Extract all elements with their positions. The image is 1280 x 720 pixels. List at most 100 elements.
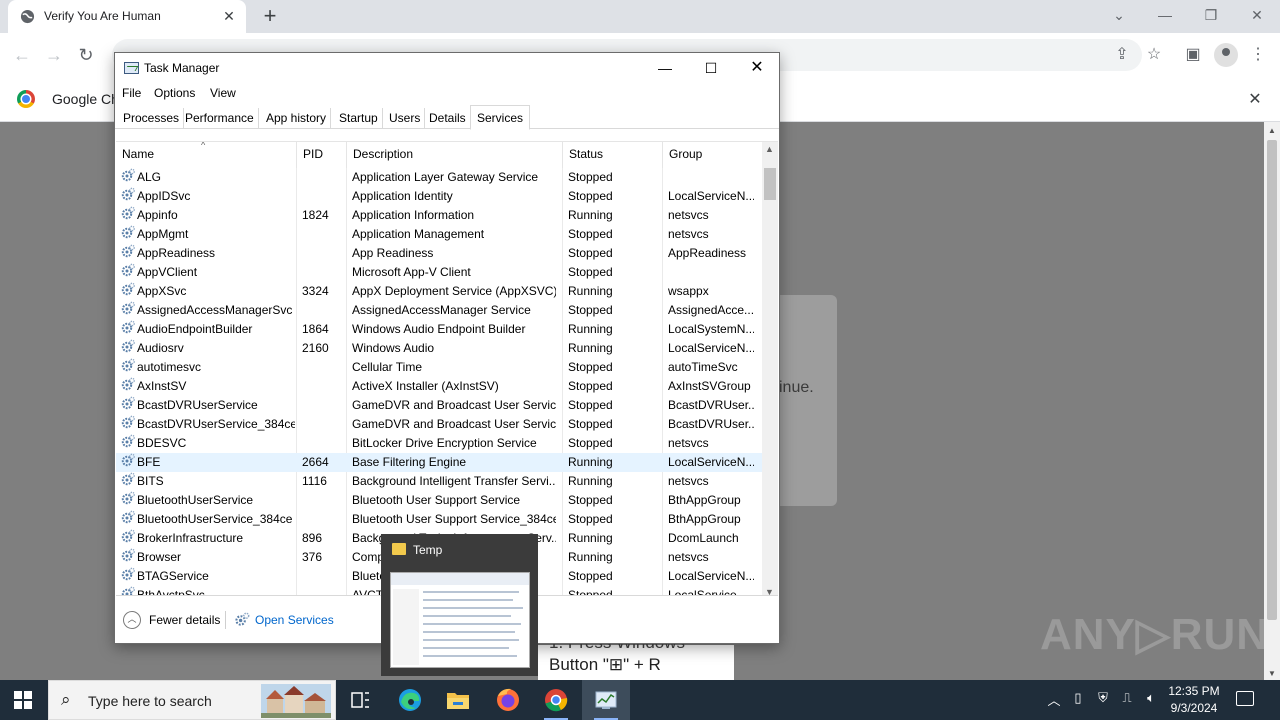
table-row[interactable]: BDESVC BitLocker Drive Encryption Service… [116,434,762,453]
notification-icon[interactable] [1236,691,1254,706]
table-scrollbar-thumb[interactable] [764,168,776,200]
tab-app-history[interactable]: App history [262,108,332,129]
table-row[interactable]: Audiosrv 2160 Windows Audio Running LocalSer… [116,339,762,358]
maximize-button[interactable]: ☐ [689,55,733,81]
menu-view[interactable]: View [210,86,236,100]
table-row[interactable]: AudioEndpointBuilder 1864 Windows Audio En… [116,320,762,339]
infobar-close-icon[interactable]: ✕ [1244,89,1266,109]
table-scroll-down-icon[interactable]: ▼ [765,587,774,595]
scrollbar-thumb[interactable] [1267,140,1277,620]
task-manager-titlebar[interactable]: Task Manager — ☐ ✕ [115,53,779,83]
task-view-icon[interactable] [336,680,384,720]
share-icon[interactable]: ⇪ [1110,43,1134,67]
cell-name: AppVClient [137,265,198,279]
cell-group: AxInstSVGroup [668,379,751,393]
tab-users[interactable]: Users [385,108,426,129]
table-row[interactable]: AssignedAccessManagerSvc AssignedAccessMa… [116,301,762,320]
service-gear-icon [121,567,135,581]
tab-details[interactable]: Details [425,108,471,129]
table-row[interactable]: AxInstSV ActiveX Installer (AxInstSV) Stop… [116,377,762,396]
forward-button[interactable]: → [42,43,66,67]
cell-group: LocalServiceN... [668,455,754,469]
table-row[interactable]: BcastDVRUserService_384ce GameDVR and Bro… [116,415,762,434]
table-row[interactable]: Appinfo 1824 Application Information Runnin… [116,206,762,225]
cell-name: Browser [137,550,182,564]
table-row[interactable]: ALG Application Layer Gateway Service Stop… [116,168,762,187]
preview-line [423,655,517,657]
taskbar-search-box[interactable]: ⌕ Type here to search [48,680,336,720]
cell-group: AppReadiness [668,246,747,260]
table-row[interactable]: AppMgmt Application Management Stopped nets… [116,225,762,244]
table-row[interactable]: BFE 2664 Base Filtering Engine Running Local… [116,453,762,472]
close-button[interactable]: ✕ [735,55,779,81]
task-manager-taskbar-button[interactable] [582,680,630,720]
tab-startup[interactable]: Startup [335,108,383,129]
firefox-icon[interactable] [484,680,532,720]
chevron-up-icon[interactable]: ︿ [123,611,141,629]
more-menu-icon[interactable]: ⋮ [1246,43,1270,67]
table-row[interactable]: AppXSvc 3324 AppX Deployment Service (AppX… [116,282,762,301]
page-scrollbar[interactable]: ▲ ▼ [1264,122,1280,680]
fewer-details-link[interactable]: Fewer details [149,613,220,627]
side-panel-icon[interactable]: ▣ [1181,43,1205,67]
scroll-up-icon[interactable]: ▲ [1268,126,1276,135]
bookmark-star-icon[interactable]: ☆ [1142,43,1166,67]
profile-avatar[interactable] [1214,43,1238,67]
windows-taskbar: ⌕ Type here to search ︿ ▯ ⛨ ⎍ 🔈︎ 12:35 P… [0,680,1280,720]
reload-button[interactable]: ↻ [74,43,98,67]
tray-overflow-chevron-icon[interactable]: ︿ [1044,690,1064,709]
file-explorer-icon[interactable] [434,680,482,720]
windows-logo-pane [24,691,32,699]
cell-pid: 1864 [302,322,329,336]
tablet-icon[interactable]: ▯ [1068,690,1088,706]
cell-pid: 1116 [302,474,327,488]
browser-close-button[interactable]: ✕ [1245,4,1269,26]
cell-description: GameDVR and Broadcast User Servic... [352,417,556,431]
table-row[interactable]: BluetoothUserService Bluetooth User Suppo… [116,491,762,510]
browser-tab[interactable]: Verify You Are Human ✕ [8,0,246,33]
folder-icon [392,543,406,555]
browser-restore-button[interactable]: ❐ [1199,4,1223,26]
cell-pid: 376 [302,550,323,564]
table-row[interactable]: AppReadiness App Readiness Stopped AppReadi… [116,244,762,263]
column-header-description[interactable]: Description [347,142,563,168]
column-header-pid[interactable]: PID [297,142,347,168]
back-button[interactable]: ← [10,43,34,67]
chrome-taskbar-button[interactable] [532,680,580,720]
volume-icon[interactable]: 🔈︎ [1141,690,1161,706]
tab-services[interactable]: Services [470,105,531,130]
search-icon: ⌕ [61,690,71,709]
browser-minimize-button[interactable]: — [1153,4,1177,26]
security-icon[interactable]: ⛨ [1093,690,1113,706]
services-rows: ALG Application Layer Gateway Service Stop… [116,168,762,595]
tab-search-chevron-icon[interactable]: ⌄ [1107,4,1131,26]
network-icon[interactable]: ⎍ [1117,690,1137,706]
tab-processes[interactable]: Processes [119,108,185,129]
table-row[interactable]: autotimesvc Cellular Time Stopped autoTimeS… [116,358,762,377]
table-row[interactable]: AppVClient Microsoft App-V Client Stopped [116,263,762,282]
open-services-link[interactable]: Open Services [255,613,334,627]
system-clock[interactable]: 12:35 PM 9/3/2024 [1164,683,1224,717]
cell-description: Background Intelligent Transfer Servi... [352,474,556,488]
table-scrollbar[interactable]: ▲ ▼ [762,142,778,595]
column-header-group[interactable]: Group [663,142,762,168]
preview-line [423,615,511,617]
table-scroll-up-icon[interactable]: ▲ [765,144,774,154]
cell-status: Stopped [568,436,613,450]
new-tab-button[interactable]: + [258,4,282,28]
table-row[interactable]: AppIDSvc Application Identity Stopped Local… [116,187,762,206]
table-row[interactable]: BluetoothUserService_384ce Bluetooth User… [116,510,762,529]
menu-file[interactable]: File [122,86,141,100]
column-header-name[interactable]: Name [116,142,297,168]
edge-icon[interactable] [386,680,434,720]
column-header-status[interactable]: Status [563,142,663,168]
minimize-button[interactable]: — [643,55,687,81]
scroll-down-icon[interactable]: ▼ [1268,669,1276,678]
table-row[interactable]: BITS 1116 Background Intelligent Transfer … [116,472,762,491]
tab-close-icon[interactable]: ✕ [220,7,238,25]
taskbar-thumbnail-preview[interactable]: Temp [381,534,538,676]
start-button[interactable] [14,691,32,709]
tab-performance[interactable]: Performance [181,108,259,129]
menu-options[interactable]: Options [154,86,195,100]
table-row[interactable]: BcastDVRUserService GameDVR and Broadcast… [116,396,762,415]
